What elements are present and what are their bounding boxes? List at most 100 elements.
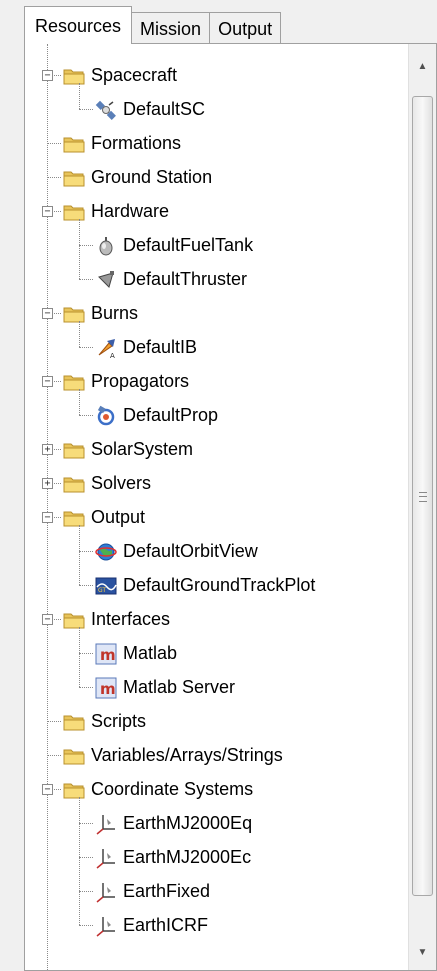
expand-toggle-icon[interactable]: + bbox=[42, 478, 53, 489]
resource-tree[interactable]: − Spacecraft DefaultSC Formations Ground Sta… bbox=[25, 44, 408, 970]
tree-connector bbox=[47, 143, 61, 144]
tree-label: Hardware bbox=[91, 201, 170, 221]
collapse-toggle-icon[interactable]: − bbox=[42, 614, 53, 625]
tree-connector bbox=[79, 347, 93, 348]
coordinate-axes-icon bbox=[95, 846, 117, 869]
tab-resources[interactable]: Resources bbox=[24, 6, 133, 44]
collapse-toggle-icon[interactable]: − bbox=[42, 376, 53, 387]
tree-label: EarthMJ2000Ec bbox=[123, 847, 252, 867]
tree-item[interactable]: DefaultOrbitView bbox=[95, 534, 258, 568]
tree-connector bbox=[79, 925, 93, 926]
tree-item[interactable]: EarthFixed bbox=[95, 874, 210, 908]
scroll-thumb[interactable] bbox=[412, 96, 433, 896]
tree-label: Matlab bbox=[123, 643, 178, 663]
tree-folder[interactable]: Spacecraft bbox=[63, 58, 177, 92]
tree-connector bbox=[79, 627, 80, 687]
tree-label: Propagators bbox=[91, 371, 190, 391]
tree-label: EarthFixed bbox=[123, 881, 211, 901]
thruster-icon bbox=[95, 268, 117, 290]
tree-connector bbox=[47, 755, 61, 756]
folder-icon bbox=[63, 166, 85, 188]
folder-icon bbox=[63, 64, 85, 86]
tree-folder[interactable]: Output bbox=[63, 500, 145, 534]
scroll-up-button[interactable]: ▲ bbox=[409, 54, 436, 80]
tree-label: Coordinate Systems bbox=[91, 779, 254, 799]
tree-item[interactable]: EarthMJ2000Ec bbox=[95, 840, 251, 874]
tree-folder[interactable]: SolarSystem bbox=[63, 432, 193, 466]
tree-item[interactable]: DefaultSC bbox=[95, 92, 205, 126]
collapse-toggle-icon[interactable]: − bbox=[42, 512, 53, 523]
tree-item[interactable]: DefaultThruster bbox=[95, 262, 247, 296]
tree-connector bbox=[79, 83, 80, 109]
tree-item[interactable]: EarthMJ2000Eq bbox=[95, 806, 252, 840]
tree-item[interactable]: EarthICRF bbox=[95, 908, 208, 942]
tree-folder[interactable]: Variables/Arrays/Strings bbox=[63, 738, 283, 772]
tree-connector bbox=[79, 525, 80, 585]
tree-connector bbox=[79, 585, 93, 586]
tree-label: Formations bbox=[91, 133, 182, 153]
scroll-down-button[interactable]: ▼ bbox=[409, 940, 436, 966]
tree-folder[interactable]: Solvers bbox=[63, 466, 151, 500]
tree-label: DefaultIB bbox=[123, 337, 198, 357]
collapse-toggle-icon[interactable]: − bbox=[42, 206, 53, 217]
folder-icon bbox=[63, 608, 85, 630]
tree-folder[interactable]: Coordinate Systems bbox=[63, 772, 253, 806]
tree-item[interactable]: DefaultProp bbox=[95, 398, 218, 432]
collapse-toggle-icon[interactable]: − bbox=[42, 308, 53, 319]
tree-folder[interactable]: Propagators bbox=[63, 364, 189, 398]
tree-item[interactable]: GT DefaultGroundTrackPlot bbox=[95, 568, 315, 602]
tree-connector bbox=[79, 891, 93, 892]
tree-folder[interactable]: Formations bbox=[63, 126, 181, 160]
tree-label: Interfaces bbox=[91, 609, 171, 629]
tree-connector bbox=[79, 857, 93, 858]
coordinate-axes-icon bbox=[95, 812, 117, 835]
tree-connector bbox=[47, 177, 61, 178]
propagator-icon bbox=[95, 404, 117, 426]
tab-output[interactable]: Output bbox=[209, 12, 282, 44]
tree-label: DefaultOrbitView bbox=[123, 541, 258, 561]
tree-label: DefaultFuelTank bbox=[123, 235, 254, 255]
tab-bar: Resources Mission Output bbox=[24, 6, 282, 44]
collapse-toggle-icon[interactable]: − bbox=[42, 784, 53, 795]
svg-text:m: m bbox=[100, 680, 116, 698]
tree-connector bbox=[79, 551, 93, 552]
vertical-scrollbar[interactable]: ▲ ▼ bbox=[408, 44, 436, 970]
folder-icon bbox=[63, 710, 85, 732]
folder-icon bbox=[63, 370, 85, 392]
tree-connector bbox=[79, 389, 80, 415]
svg-text:GT: GT bbox=[98, 587, 106, 594]
tree-label: DefaultThruster bbox=[123, 269, 248, 289]
coordinate-axes-icon bbox=[95, 880, 117, 903]
tree-item[interactable]: DefaultFuelTank bbox=[95, 228, 253, 262]
svg-text:A: A bbox=[110, 352, 115, 359]
tree-folder[interactable]: Ground Station bbox=[63, 160, 212, 194]
tree-label: DefaultGroundTrackPlot bbox=[123, 575, 316, 595]
ground-track-icon: GT bbox=[95, 574, 117, 596]
tree-item[interactable]: m Matlab bbox=[95, 636, 177, 670]
tree-connector bbox=[79, 797, 80, 925]
tree-item[interactable]: m Matlab Server bbox=[95, 670, 235, 704]
tree-connector bbox=[79, 279, 93, 280]
folder-icon bbox=[63, 506, 85, 528]
tree-label: Matlab Server bbox=[123, 677, 236, 697]
folder-icon bbox=[63, 744, 85, 766]
satellite-icon bbox=[95, 98, 117, 120]
collapse-toggle-icon[interactable]: − bbox=[42, 70, 53, 81]
tree-connector bbox=[79, 823, 93, 824]
tab-mission[interactable]: Mission bbox=[131, 12, 211, 44]
tree-folder[interactable]: Scripts bbox=[63, 704, 146, 738]
tree-label: Spacecraft bbox=[91, 65, 178, 85]
orbit-view-icon bbox=[95, 540, 117, 562]
tree-folder[interactable]: Burns bbox=[63, 296, 138, 330]
svg-text:m: m bbox=[100, 646, 116, 664]
tree-item[interactable]: A DefaultIB bbox=[95, 330, 197, 364]
tree-label: Variables/Arrays/Strings bbox=[91, 745, 283, 765]
expand-toggle-icon[interactable]: + bbox=[42, 444, 53, 455]
tree-label: Ground Station bbox=[91, 167, 213, 187]
tree-connector bbox=[79, 653, 93, 654]
tree-label: DefaultProp bbox=[123, 405, 219, 425]
matlab-icon: m bbox=[95, 642, 117, 665]
folder-icon bbox=[63, 132, 85, 154]
tree-connector bbox=[79, 321, 80, 347]
tree-label: Scripts bbox=[91, 711, 147, 731]
